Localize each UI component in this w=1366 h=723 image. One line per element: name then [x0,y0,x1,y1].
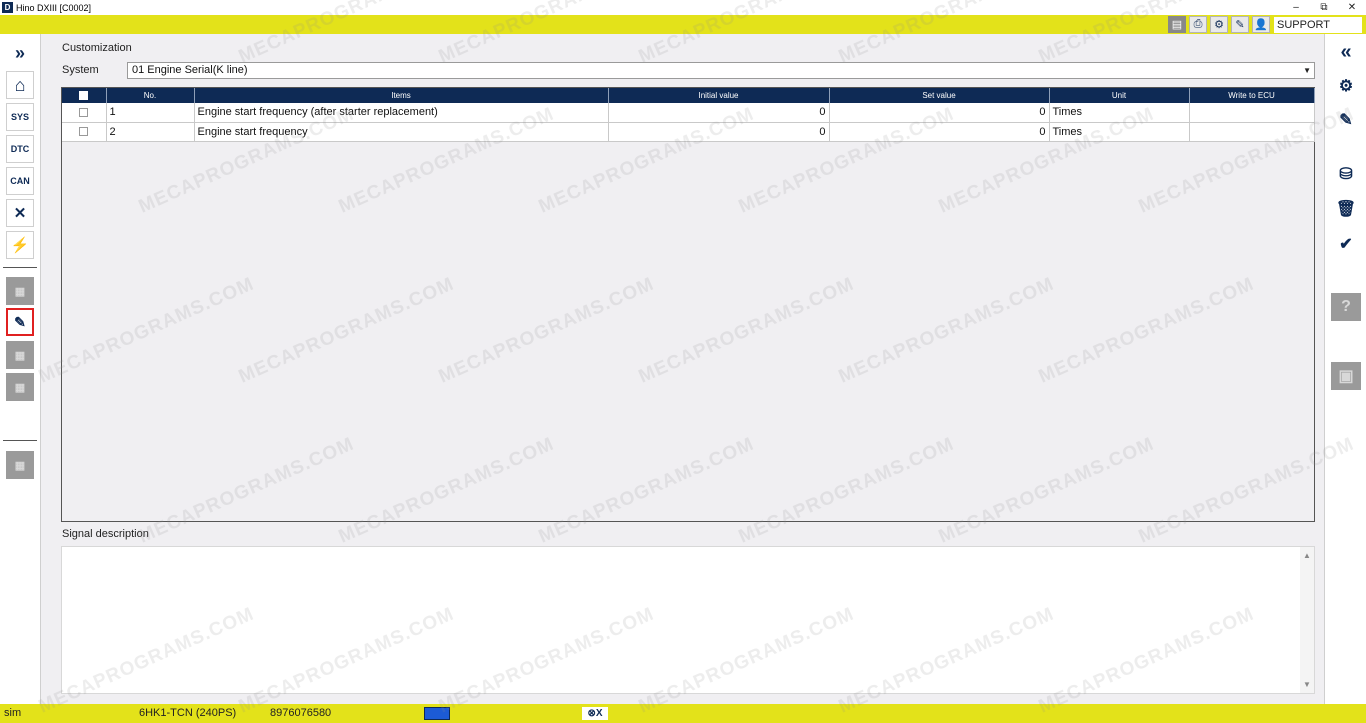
col-initial-value: Initial value [608,88,830,103]
customization-table: No. Items Initial value Set value Unit W… [61,87,1315,522]
page-title: Customization [62,42,132,54]
trash-icon[interactable]: 🗑 [1331,195,1361,223]
tools-icon[interactable]: ✕ [6,199,34,227]
divider [3,440,37,441]
row-no: 2 [106,122,195,142]
window-title: Hino DXIII [C0002] [16,2,92,13]
row-write-to-ecu[interactable] [1189,103,1315,123]
top-toolbar [0,15,1366,34]
engine-model: 6HK1-TCN (240PS) [139,707,237,719]
row-item: Engine start frequency (after starter re… [194,103,609,123]
maximize-button[interactable]: ⧉ [1310,0,1338,15]
row-unit: Times [1049,122,1190,142]
battery-icon [424,707,450,720]
edit-icon[interactable]: ✎ [1231,16,1249,33]
col-no: No. [106,88,195,103]
engine-check-icon[interactable]: ⚙ [1331,72,1361,100]
minimize-button[interactable]: – [1282,0,1310,15]
chevron-down-icon[interactable]: ▼ [1303,63,1311,78]
col-unit: Unit [1049,88,1190,103]
can-icon[interactable]: CAN [6,167,34,195]
disabled-lock-icon: ▦ [6,341,34,369]
help-icon: ? [1331,293,1361,321]
gear-icon[interactable]: ⚙ [1210,16,1228,33]
divider [3,267,37,268]
user-name: SUPPORT [1274,17,1362,33]
right-sidebar: « ⚙ ✎ ⛁ 🗑 ✔ ? ▣ [1324,34,1366,704]
table-row[interactable]: 2 Engine start frequency 0 0 Times [62,122,1315,142]
table-row[interactable]: 1 Engine start frequency (after starter … [62,103,1315,123]
app-logo: D [2,2,13,13]
title-bar: D Hino DXIII [C0002] – ⧉ ✕ [0,0,1366,15]
write-icon[interactable]: ✔ [1331,230,1361,258]
row-unit: Times [1049,103,1190,123]
vehicle-number: 8976076580 [270,707,332,719]
user-icon[interactable]: 👤 [1252,16,1270,33]
back-icon[interactable]: « [1331,38,1361,66]
row-checkbox[interactable] [62,122,107,142]
close-button[interactable]: ✕ [1338,0,1366,15]
scrollbar[interactable]: ▲ ▼ [1300,547,1314,693]
col-items: Items [194,88,609,103]
sys-icon[interactable]: SYS [6,103,34,131]
row-checkbox[interactable] [62,103,107,123]
row-no: 1 [106,103,195,123]
mode-status: sim [4,707,22,719]
save-disk-icon[interactable]: ⛁ [1331,160,1361,188]
row-initial-value: 0 [608,103,830,123]
table-header: No. Items Initial value Set value Unit W… [62,88,1315,103]
select-all-checkbox[interactable] [62,88,107,103]
connection-icon: ⊗X [582,707,608,720]
forward-icon[interactable]: » [6,39,34,67]
system-label: System [62,64,99,76]
row-set-value[interactable]: 0 [829,103,1050,123]
system-select-value: 01 Engine Serial(K line) [132,64,248,76]
monitor-icon[interactable]: ⚡ [6,231,34,259]
system-select[interactable]: 01 Engine Serial(K line) ▼ [127,62,1315,79]
customization-icon[interactable]: ✎ [6,308,34,336]
status-bar: sim 6HK1-TCN (240PS) 8976076580 ⊗X [0,704,1366,723]
row-write-to-ecu[interactable] [1189,122,1315,142]
disabled-settings-icon: ▦ [6,373,34,401]
row-item: Engine start frequency [194,122,609,142]
print-icon[interactable]: ⎙ [1189,16,1207,33]
left-sidebar: » ⌂ SYS DTC CAN ✕ ⚡ ▦ ✎ ▦ ▦ ▦ [0,34,41,704]
row-set-value[interactable]: 0 [829,122,1050,142]
scroll-up-icon[interactable]: ▲ [1303,551,1311,560]
disabled-tool-icon: ▦ [6,277,34,305]
scroll-down-icon[interactable]: ▼ [1303,680,1311,689]
col-set-value: Set value [829,88,1050,103]
col-write-to-ecu: Write to ECU [1189,88,1315,103]
dtc-icon[interactable]: DTC [6,135,34,163]
row-initial-value: 0 [608,122,830,142]
home-icon[interactable]: ⌂ [6,71,34,99]
signal-description-label: Signal description [62,528,149,540]
disabled-transfer-icon: ▦ [6,451,34,479]
edit-sheet-icon[interactable]: ✎ [1331,106,1361,134]
report-icon[interactable]: ▤ [1168,16,1186,33]
signal-description-box: ▲ ▼ [61,546,1315,694]
lock-icon: ▣ [1331,362,1361,390]
